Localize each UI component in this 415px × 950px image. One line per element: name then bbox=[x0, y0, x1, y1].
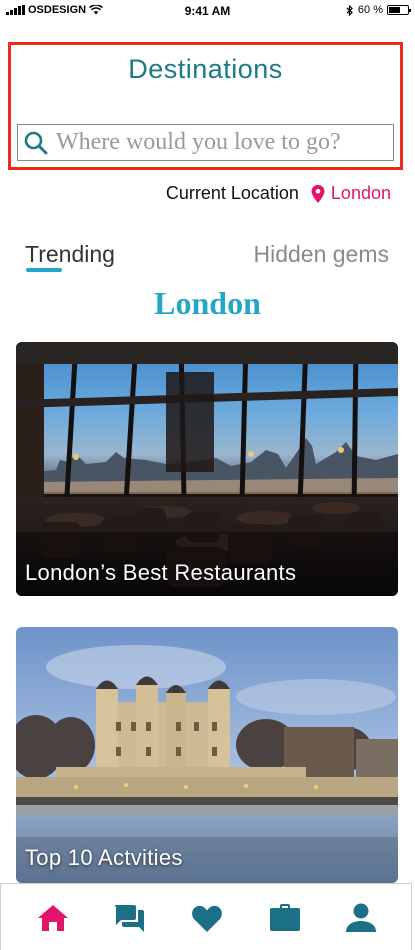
bluetooth-icon bbox=[346, 4, 353, 16]
home-icon bbox=[38, 905, 68, 931]
search-icon bbox=[24, 131, 48, 154]
card-restaurants[interactable]: London’s Best Restaurants bbox=[16, 342, 398, 596]
card-title: Top 10 Actvities bbox=[25, 845, 183, 870]
status-bar: OSDESIGN 9:41 AM 60 % bbox=[0, 0, 415, 22]
restaurant-interior-image bbox=[16, 342, 398, 596]
search-input[interactable] bbox=[56, 126, 393, 159]
page-title: Destinations bbox=[128, 54, 283, 84]
nav-favorites[interactable] bbox=[187, 898, 227, 938]
tab-trending[interactable]: Trending bbox=[25, 241, 115, 268]
battery-percent: 60 % bbox=[357, 4, 383, 16]
location-value: London bbox=[330, 183, 391, 203]
location-pin-icon bbox=[311, 184, 325, 203]
city-title: London bbox=[154, 285, 261, 321]
search-box[interactable] bbox=[17, 124, 394, 161]
status-right: 60 % bbox=[346, 4, 411, 16]
search-header-block: Destinations bbox=[8, 42, 403, 170]
nav-trips[interactable] bbox=[265, 898, 305, 938]
nav-messages[interactable] bbox=[109, 898, 149, 938]
active-tab-indicator bbox=[26, 268, 62, 272]
briefcase-icon bbox=[270, 904, 300, 931]
current-location[interactable]: Current Location London bbox=[166, 183, 391, 204]
heart-icon bbox=[192, 905, 222, 932]
chat-icon bbox=[114, 905, 144, 932]
tab-hidden-gems[interactable]: Hidden gems bbox=[253, 241, 389, 268]
nav-home[interactable] bbox=[33, 898, 73, 938]
location-label: Current Location bbox=[165, 183, 299, 203]
battery-level bbox=[389, 7, 400, 13]
person-icon bbox=[346, 903, 376, 932]
card-activities[interactable]: Top 10 Actvities bbox=[16, 627, 398, 883]
bottom-nav bbox=[0, 883, 412, 950]
nav-profile[interactable] bbox=[341, 898, 381, 938]
card-title: London’s Best Restaurants bbox=[25, 560, 297, 585]
battery-icon bbox=[387, 5, 411, 15]
